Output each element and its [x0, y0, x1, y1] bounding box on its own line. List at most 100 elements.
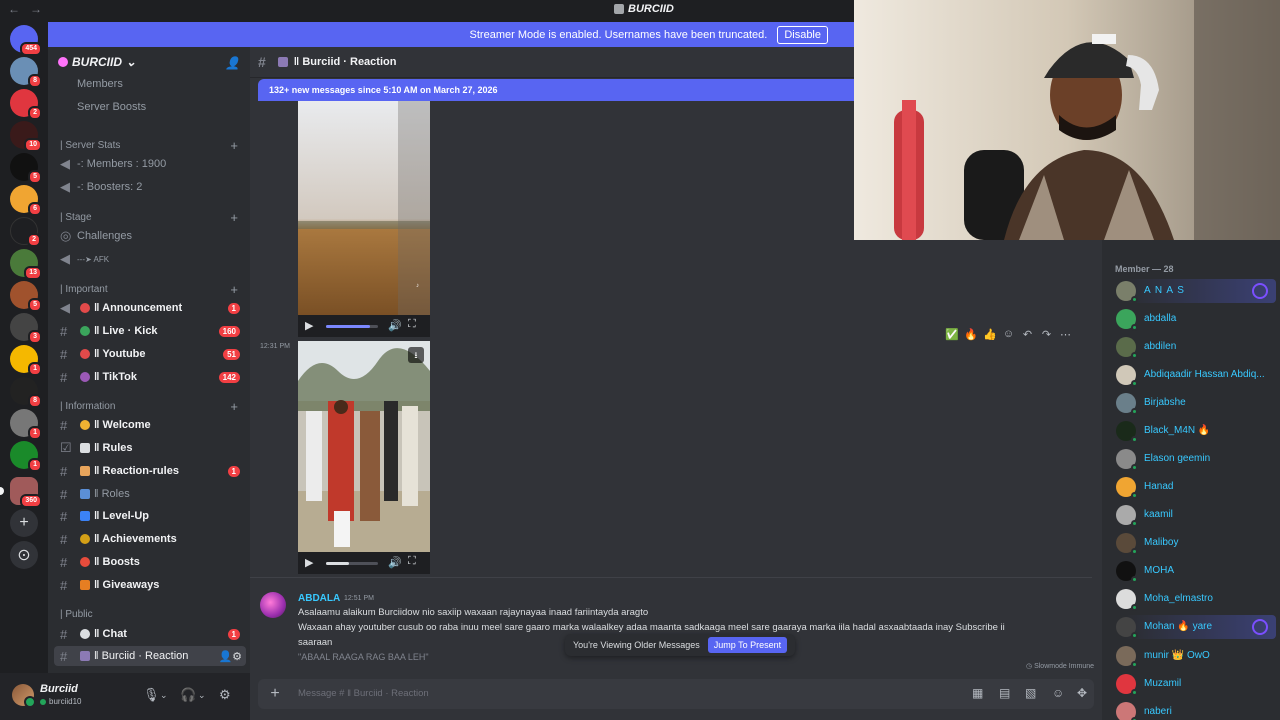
- gear-icon[interactable]: ⚙: [219, 687, 231, 703]
- channel-tiktok[interactable]: # ‖ TikTok 142: [48, 367, 250, 387]
- member-item[interactable]: A N A S: [1108, 279, 1276, 303]
- play-icon[interactable]: ▶: [305, 319, 313, 332]
- channel-burciid-reaction[interactable]: # ‖ Burciid · Reaction 👤⚙: [54, 646, 246, 666]
- stage-channel[interactable]: ◎ Challenges: [48, 226, 250, 246]
- add-server-button[interactable]: +: [10, 509, 38, 537]
- server-icon-burciid[interactable]: 360: [0, 477, 42, 508]
- member-item[interactable]: kaamil: [1108, 503, 1276, 527]
- disable-streamer-mode-button[interactable]: Disable: [777, 25, 828, 44]
- member-item[interactable]: Black_M4N 🔥: [1108, 419, 1276, 443]
- channel-boosts[interactable]: # ‖ Boosts: [48, 552, 250, 572]
- reply-icon[interactable]: ↶: [1021, 328, 1034, 341]
- more-options-icon[interactable]: ⋯: [1059, 328, 1072, 341]
- channel-settings-icon[interactable]: 👤⚙: [218, 650, 242, 663]
- server-icon[interactable]: 8: [10, 377, 42, 408]
- category-stage[interactable]: | Stage +: [48, 207, 250, 227]
- voice-channel[interactable]: ◀ -: Boosters: 2: [48, 177, 250, 197]
- category-public[interactable]: | Public: [48, 604, 250, 624]
- voice-channel[interactable]: ◀ -: Members : 1900: [48, 154, 250, 174]
- voice-channel-afk[interactable]: ◀ ---➤ AFK: [48, 249, 250, 269]
- channel-giveaways[interactable]: # ‖ Giveaways: [48, 575, 250, 595]
- chevron-down-icon[interactable]: ⌄: [160, 690, 168, 701]
- guild-header[interactable]: BURCIID ⌄ 👤: [48, 47, 250, 77]
- fire-reaction-icon[interactable]: 🔥: [964, 328, 978, 341]
- message-author[interactable]: ABDALA: [298, 593, 340, 604]
- video-attachment[interactable]: ♪ ▶ 🔊 ⛶: [298, 101, 430, 337]
- server-icon[interactable]: 1: [10, 409, 42, 440]
- explore-icon[interactable]: ⊙: [10, 541, 38, 569]
- channel-roles[interactable]: # ‖ Roles: [48, 484, 250, 504]
- member-item[interactable]: abdilen: [1108, 335, 1276, 359]
- volume-icon[interactable]: 🔊: [388, 319, 402, 332]
- sticker-icon[interactable]: ▧: [1025, 686, 1036, 700]
- server-icon[interactable]: 1: [10, 441, 42, 472]
- server-icon[interactable]: 8: [10, 57, 42, 88]
- forward-icon[interactable]: ↷: [1040, 328, 1053, 341]
- member-item[interactable]: munir 👑 OwO: [1108, 644, 1276, 668]
- member-item[interactable]: Birjabshe: [1108, 391, 1276, 415]
- server-icon[interactable]: 10: [10, 121, 42, 152]
- channel-reaction-rules[interactable]: # ‖ Reaction-rules 1: [48, 461, 250, 481]
- emoji-icon[interactable]: ☺: [1052, 686, 1064, 700]
- member-item[interactable]: abdalla: [1108, 307, 1276, 331]
- attach-plus-icon[interactable]: +: [266, 685, 284, 703]
- apps-icon[interactable]: ✥: [1077, 686, 1087, 700]
- member-item[interactable]: MOHA: [1108, 559, 1276, 583]
- server-icon[interactable]: 1: [10, 345, 42, 376]
- fullscreen-icon[interactable]: ⛶: [408, 555, 416, 568]
- thumbs-up-reaction-icon[interactable]: 👍: [983, 328, 997, 341]
- member-item[interactable]: Hanad: [1108, 475, 1276, 499]
- forward-arrow-icon[interactable]: →: [30, 2, 42, 16]
- server-icon[interactable]: 2: [10, 217, 41, 247]
- gift-icon[interactable]: ▦: [972, 686, 983, 700]
- member-item[interactable]: Abdiqaadir Hassan Abdiq...: [1108, 363, 1276, 387]
- channel-achievements[interactable]: # ‖ Achievements: [48, 529, 250, 549]
- category-server-stats[interactable]: | Server Stats +: [48, 135, 250, 155]
- video-attachment[interactable]: ⭳ ▶ 🔊 ⛶: [298, 341, 430, 574]
- headphones-icon[interactable]: 🎧: [180, 687, 196, 703]
- create-channel-icon[interactable]: +: [230, 282, 238, 297]
- download-icon[interactable]: ⭳: [408, 347, 424, 363]
- channel-youtube[interactable]: # ‖ Youtube 51: [48, 344, 250, 364]
- server-icon[interactable]: 5: [10, 153, 42, 184]
- server-icon[interactable]: 5: [10, 281, 42, 312]
- channel-chat[interactable]: # ‖ Chat 1: [48, 624, 250, 644]
- add-reaction-icon[interactable]: ☺: [1002, 328, 1015, 340]
- member-item[interactable]: Maliboy: [1108, 531, 1276, 555]
- chevron-down-icon[interactable]: ⌄: [198, 690, 206, 701]
- video-progress[interactable]: [326, 325, 378, 328]
- sidebar-item-members[interactable]: Members: [48, 74, 250, 94]
- play-icon[interactable]: ▶: [305, 556, 313, 569]
- invite-icon[interactable]: 👤: [225, 56, 240, 70]
- gif-icon[interactable]: ▤: [999, 686, 1010, 700]
- video-progress[interactable]: [326, 562, 378, 565]
- server-icon[interactable]: 6: [10, 185, 42, 216]
- home-button[interactable]: 454: [10, 25, 42, 56]
- member-item[interactable]: Elason geemin: [1108, 447, 1276, 471]
- category-important[interactable]: | Important +: [48, 279, 250, 299]
- message-input[interactable]: Message # ‖ Burciid · Reaction: [298, 688, 429, 699]
- sidebar-item-server-boosts[interactable]: Server Boosts: [48, 97, 250, 117]
- server-icon[interactable]: 13: [10, 249, 42, 280]
- member-item[interactable]: Muzamil: [1108, 672, 1276, 696]
- avatar[interactable]: [260, 592, 286, 618]
- message-composer[interactable]: + Message # ‖ Burciid · Reaction ▦ ▤ ▧ ☺…: [258, 679, 1094, 709]
- create-channel-icon[interactable]: +: [230, 210, 238, 225]
- server-icon[interactable]: 2: [10, 89, 42, 120]
- member-item[interactable]: naberi: [1108, 700, 1276, 720]
- channel-level-up[interactable]: # ‖ Level-Up: [48, 506, 250, 526]
- member-item[interactable]: Moha_elmastro: [1108, 587, 1276, 611]
- channel-welcome[interactable]: # ‖ Welcome: [48, 415, 250, 435]
- back-arrow-icon[interactable]: ←: [8, 2, 20, 16]
- fullscreen-icon[interactable]: ⛶: [408, 318, 416, 331]
- category-information[interactable]: | Information +: [48, 396, 250, 416]
- microphone-icon[interactable]: 🎙: [143, 687, 160, 703]
- new-messages-bar[interactable]: 132+ new messages since 5:10 AM on March…: [258, 79, 858, 101]
- channel-announcement[interactable]: ◀ ‖ Announcement 1: [48, 298, 250, 318]
- member-item[interactable]: Mohan 🔥 yare: [1108, 615, 1276, 639]
- create-channel-icon[interactable]: +: [230, 399, 238, 414]
- server-icon[interactable]: 3: [10, 313, 42, 344]
- channel-live-kick[interactable]: # ‖ Live · Kick 160: [48, 321, 250, 341]
- volume-icon[interactable]: 🔊: [388, 556, 402, 569]
- avatar[interactable]: [12, 684, 36, 708]
